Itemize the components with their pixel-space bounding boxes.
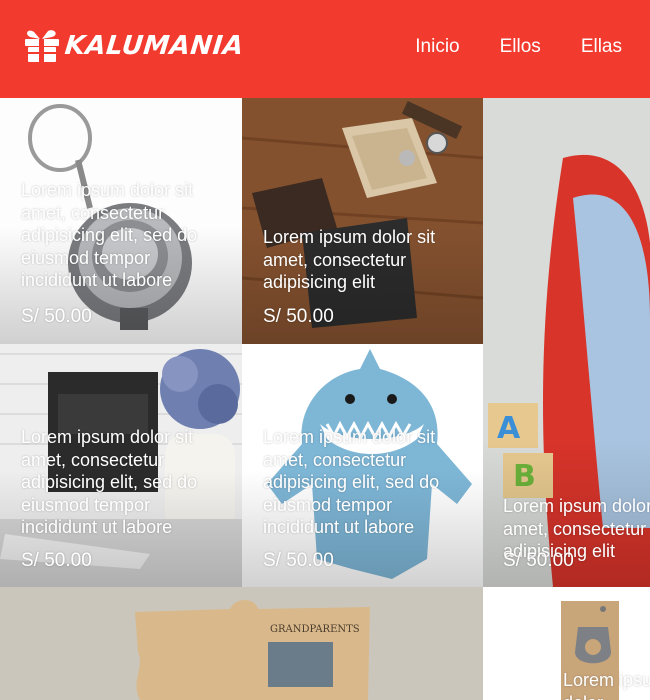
product-name: Lorem ipsum dolor sit amet, consectetur … (21, 427, 198, 537)
product-card[interactable]: Lorem ipsum dolor sit amet, consectetur … (0, 98, 242, 344)
brand-logo[interactable]: KALUMANIA (22, 26, 246, 66)
product-card[interactable]: Lorem ipsum dolor sit amet, consectetur … (242, 344, 483, 587)
site-header: KALUMANIA Inicio Ellos Ellas (0, 0, 650, 98)
nav-item-inicio[interactable]: Inicio (415, 36, 459, 58)
product-price: S/ 50.00 (263, 550, 334, 571)
product-name: Lorem ipsum dolor sit amet, consectetur … (21, 180, 198, 290)
brand-name: KALUMANIA (63, 31, 246, 61)
product-price: S/ 50.00 (503, 550, 574, 571)
product-image: GRANDPARENTS (0, 587, 483, 700)
product-card[interactable]: A B Lorem ipsum dolor sit amet, consecte… (483, 98, 650, 587)
product-card[interactable]: GRANDPARENTS (0, 587, 483, 700)
product-name: Lorem ipsum dolor (563, 670, 650, 700)
product-name: Lorem ipsum dolor sit amet, consectetur … (263, 427, 440, 537)
puzzle-frame-icon: GRANDPARENTS (0, 587, 483, 700)
gift-icon (25, 30, 59, 62)
product-price: S/ 50.00 (263, 306, 334, 327)
nav-item-ellas[interactable]: Ellas (581, 36, 622, 58)
product-name: Lorem ipsum dolor sit amet, consectetur … (263, 227, 436, 292)
product-card[interactable]: Lorem ipsum dolor (483, 587, 650, 700)
product-price: S/ 50.00 (21, 306, 92, 327)
product-card[interactable]: Lorem ipsum dolor sit amet, consectetur … (0, 344, 242, 587)
product-card[interactable]: Lorem ipsum dolor sit amet, consectetur … (242, 98, 483, 344)
nav-item-ellos[interactable]: Ellos (500, 36, 541, 58)
product-price: S/ 50.00 (21, 550, 92, 571)
svg-text:GRANDPARENTS: GRANDPARENTS (270, 624, 360, 635)
main-nav: Inicio Ellos Ellas (415, 36, 622, 58)
